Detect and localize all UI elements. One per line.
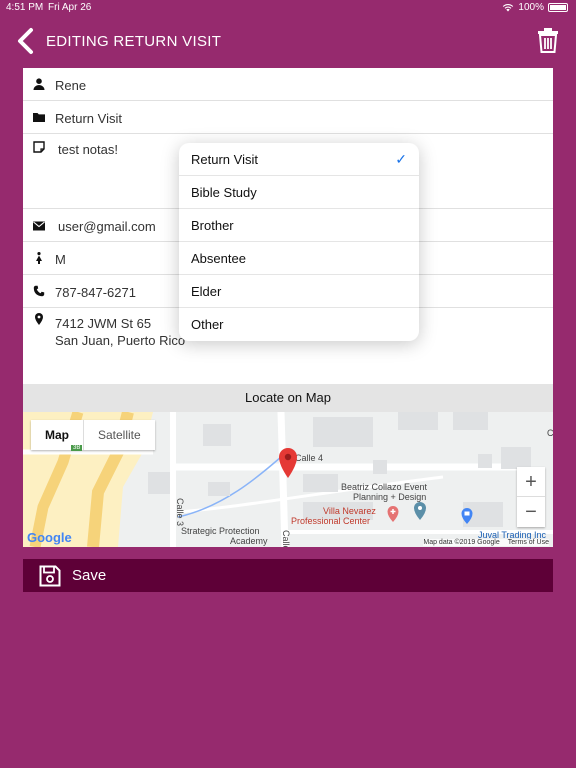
page-title: EDITING RETURN VISIT (46, 33, 222, 50)
email-field[interactable]: user@gmail.com (58, 219, 156, 234)
status-time: 4:51 PM (6, 2, 44, 13)
locate-on-map-button[interactable]: Locate on Map (23, 384, 553, 412)
dropdown-option[interactable]: Return Visit ✓ (179, 143, 419, 176)
name-field[interactable]: Rene (55, 78, 86, 93)
map-data-text: Map data ©2019 Google (423, 539, 500, 546)
phone-icon (33, 285, 45, 297)
person-icon (33, 78, 45, 90)
category-dropdown: Return Visit ✓ Bible Study Brother Absen… (179, 143, 419, 341)
dropdown-option-label: Return Visit (191, 152, 258, 167)
notes-field[interactable]: test notas! (58, 142, 118, 157)
note-icon (33, 141, 45, 153)
dropdown-option[interactable]: Absentee (179, 242, 419, 275)
map-marker-icon[interactable] (278, 448, 298, 478)
trash-icon (538, 28, 558, 53)
map-type-toggle: Map Satellite (31, 420, 155, 450)
address-line-1[interactable]: 7412 JWM St 65 (55, 315, 151, 332)
nav-bar: EDITING RETURN VISIT (0, 22, 576, 62)
save-label: Save (72, 567, 107, 584)
category-row[interactable]: Return Visit (23, 101, 553, 134)
zoom-out-button[interactable]: − (517, 497, 545, 527)
dropdown-option-label: Brother (191, 218, 234, 233)
dropdown-option[interactable]: Other (179, 308, 419, 341)
street-label-calle4: Calle 4 (295, 453, 324, 463)
delete-button[interactable] (536, 26, 560, 54)
map-edge-label: C (547, 428, 553, 438)
dropdown-option[interactable]: Elder (179, 275, 419, 308)
dropdown-option-label: Absentee (191, 251, 246, 266)
gender-field[interactable]: M (55, 252, 66, 267)
envelope-icon (33, 221, 45, 231)
google-logo: Google (27, 530, 72, 545)
route-badge: 3B (71, 445, 83, 451)
poi-pin-icon (414, 502, 426, 520)
poi-strategic-line2: Academy (230, 536, 268, 546)
terms-link[interactable]: Terms of Use (508, 539, 549, 546)
checkmark-icon: ✓ (395, 151, 407, 167)
name-row[interactable]: Rene (23, 68, 553, 101)
poi-beatriz-line1: Beatriz Collazo Event (341, 482, 428, 492)
chevron-left-icon (18, 28, 33, 54)
map-attribution: Map data ©2019 Google Terms of Use (423, 539, 549, 546)
street-label-calle: Calle (281, 530, 291, 547)
shopping-pin-icon (461, 508, 473, 524)
category-field[interactable]: Return Visit (55, 111, 122, 126)
status-right: 100% (502, 2, 568, 13)
satellite-tab[interactable]: Satellite (83, 420, 155, 450)
dropdown-option-label: Other (191, 317, 224, 332)
street-label-calle3: Calle 3 (175, 498, 185, 527)
female-icon (36, 252, 42, 264)
address-line-2[interactable]: San Juan, Puerto Rico (55, 332, 185, 349)
back-button[interactable] (14, 27, 38, 55)
zoom-controls: + − (517, 467, 545, 527)
poi-strategic-line1: Strategic Protection (181, 526, 260, 536)
poi-villa-line1: Villa Nevarez (323, 506, 376, 516)
phone-field[interactable]: 787-847-6271 (55, 285, 136, 300)
status-date: Fri Apr 26 (48, 2, 92, 13)
location-pin-icon (35, 313, 43, 325)
zoom-in-button[interactable]: + (517, 467, 545, 497)
wifi-icon (503, 3, 514, 12)
floppy-disk-icon (39, 565, 61, 587)
status-bar: 4:51 PM Fri Apr 26 100% (0, 0, 576, 16)
battery-icon (548, 3, 568, 12)
dropdown-option[interactable]: Brother (179, 209, 419, 242)
dropdown-option-label: Elder (191, 284, 222, 299)
folder-icon (33, 113, 45, 122)
poi-villa-line2: Professional Center (291, 516, 371, 526)
save-button[interactable]: Save (23, 559, 553, 592)
medical-pin-icon (387, 506, 399, 522)
battery-percent: 100% (518, 2, 544, 13)
map-view[interactable]: Map Satellite 3B Calle 4 Calle 3 Calle B… (23, 412, 553, 547)
dropdown-option[interactable]: Bible Study (179, 176, 419, 209)
poi-beatriz-line2: Planning + Design (353, 492, 427, 502)
dropdown-option-label: Bible Study (191, 185, 257, 200)
